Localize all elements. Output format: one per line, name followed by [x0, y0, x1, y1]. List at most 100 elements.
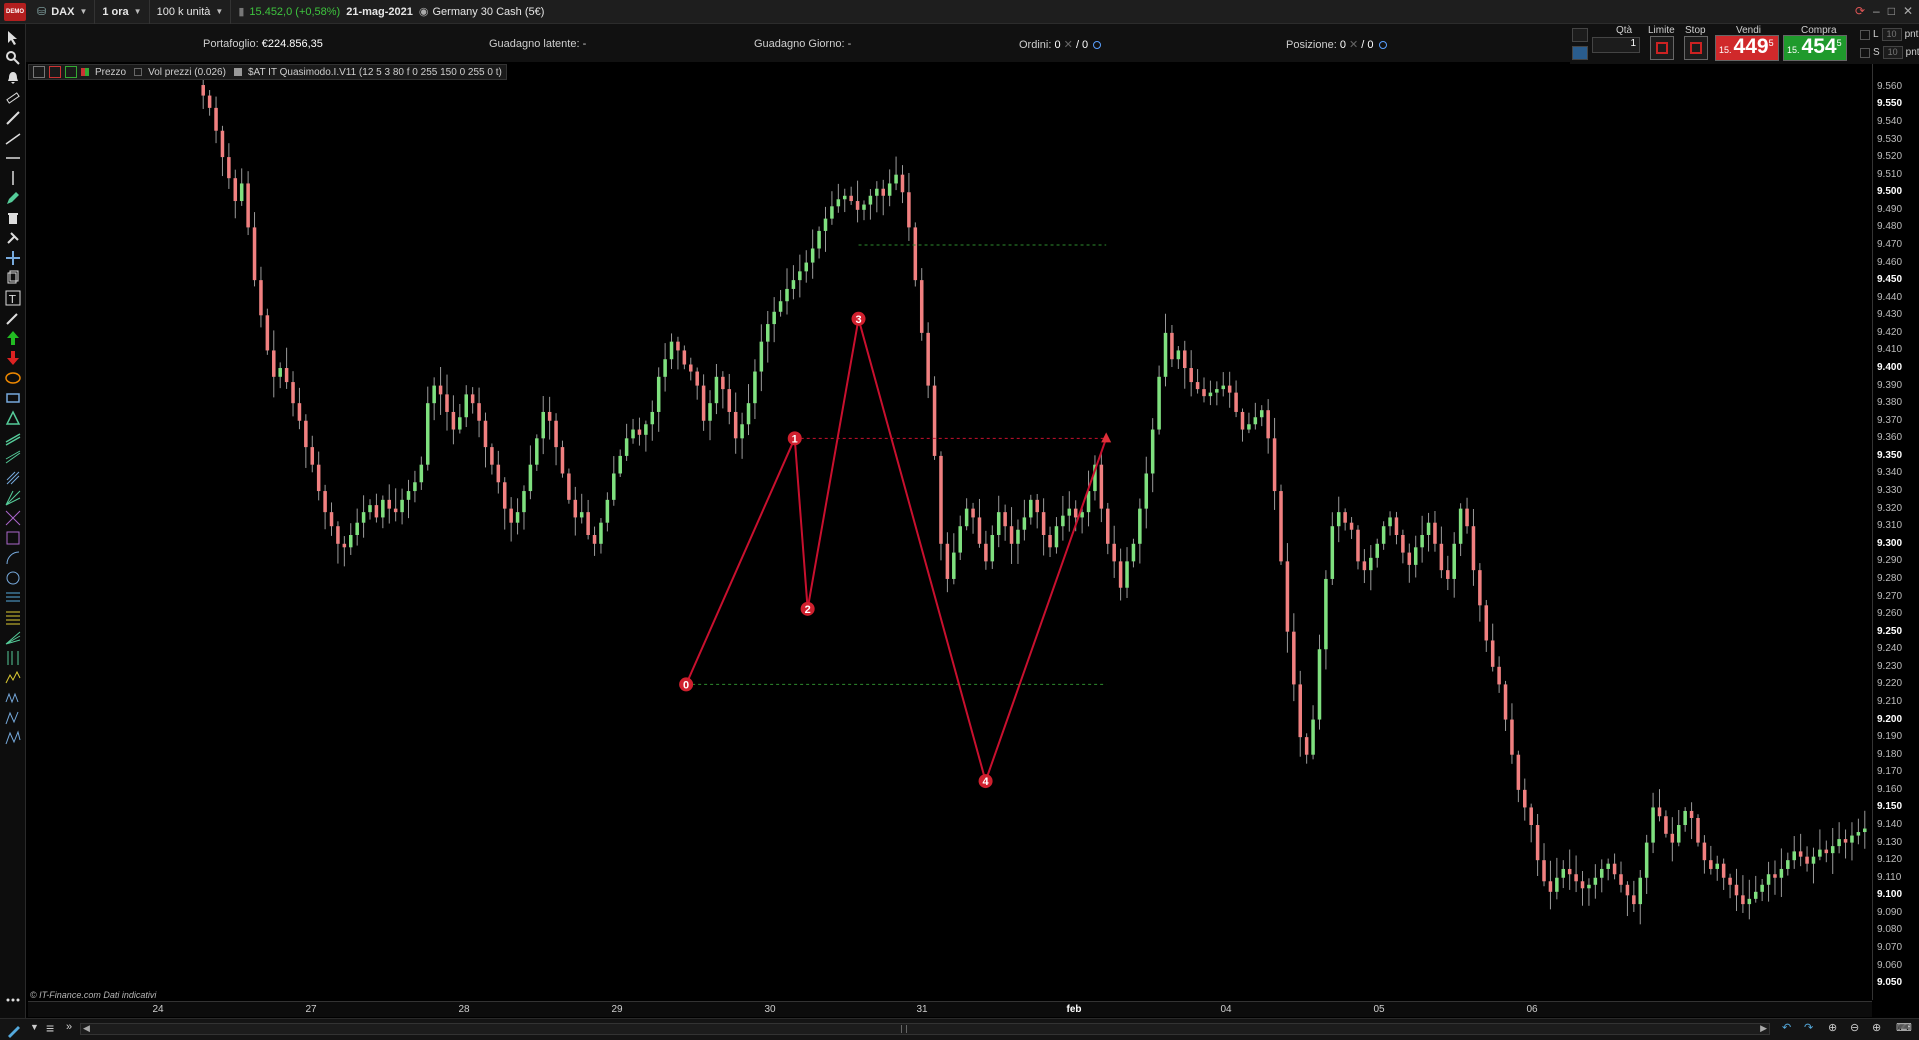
keyboard-icon[interactable]	[1572, 46, 1588, 60]
legend-add-icon[interactable]	[65, 66, 77, 78]
vertical-line-icon[interactable]	[5, 170, 21, 186]
link-icon[interactable]: ⟳	[1855, 4, 1865, 18]
time-axis-label: 04	[1220, 1004, 1232, 1015]
cursor-icon[interactable]	[5, 30, 21, 46]
sell-button[interactable]: 15. 449 5	[1715, 35, 1779, 61]
legend-close-icon[interactable]	[49, 66, 61, 78]
alert-bell-icon[interactable]	[5, 70, 21, 86]
legend-price[interactable]: Prezzo	[95, 67, 126, 78]
horizontal-line-icon[interactable]	[5, 150, 21, 166]
short-checkbox[interactable]	[1860, 47, 1870, 58]
time-axis[interactable]: 24 27 28 29 30 31 feb 04 05 06	[28, 1001, 1872, 1017]
tools-icon[interactable]	[5, 230, 21, 246]
candle-body	[1125, 561, 1129, 588]
trendline-icon[interactable]	[5, 130, 21, 146]
legend-window-icon[interactable]	[33, 66, 45, 78]
fibonacci-fan-icon[interactable]	[5, 630, 21, 646]
position-info[interactable]: Posizione: 0 ✕ / 0	[1286, 38, 1387, 51]
regression-icon[interactable]	[5, 450, 21, 466]
gann-fan-icon[interactable]	[5, 490, 21, 506]
orders-detail-icon[interactable]	[1093, 41, 1102, 50]
ruler-icon[interactable]	[5, 90, 21, 106]
harmonic-pattern-icon[interactable]	[5, 710, 21, 726]
cycle-lines-icon[interactable]	[5, 690, 21, 706]
candle-body	[246, 183, 250, 228]
zoom-out-icon[interactable]: ⊖	[1850, 1021, 1859, 1034]
scroll-left-icon[interactable]: ◀	[83, 1023, 90, 1034]
minimize-icon[interactable]: –	[1873, 4, 1880, 18]
candle-body	[1157, 376, 1161, 430]
candle-body	[714, 376, 719, 404]
zoom-fit-icon[interactable]: ⊕	[1828, 1021, 1837, 1034]
chart-scrollbar[interactable]: ◀ ▶	[80, 1023, 1770, 1035]
qty-input[interactable]: 1	[1592, 37, 1640, 53]
time-axis-label: 31	[916, 1004, 928, 1015]
gann-grid-icon[interactable]	[5, 510, 21, 526]
price-axis-label: 9.560	[1877, 80, 1903, 92]
candle-body	[977, 517, 982, 544]
fibonacci-extension-icon[interactable]	[5, 610, 21, 626]
ellipse-icon[interactable]	[5, 370, 21, 386]
timeframe-selector[interactable]: 1 ora ▼	[95, 0, 150, 24]
position-detail-icon[interactable]	[1378, 41, 1387, 50]
xabcd-pattern-icon[interactable]	[5, 730, 21, 746]
zoom-in-icon[interactable]: ⊕	[1872, 1021, 1881, 1034]
price-axis-label: 9.150	[1877, 801, 1903, 813]
stop-order-button[interactable]	[1684, 36, 1708, 60]
candle-body	[887, 183, 892, 196]
candle-body	[1863, 828, 1867, 833]
redo-icon[interactable]: ↷	[1804, 1021, 1813, 1034]
price-axis-label: 9.230	[1877, 660, 1903, 672]
limit-order-button[interactable]	[1650, 36, 1674, 60]
units-selector[interactable]: 100 k unità ▼	[150, 0, 232, 24]
maximize-icon[interactable]: □	[1888, 4, 1895, 18]
long-points-input[interactable]: 10	[1881, 28, 1902, 41]
orders-info[interactable]: Ordini: 0 ✕ / 0	[1019, 38, 1102, 51]
legend-volume[interactable]: Vol prezzi (0.026)	[148, 67, 226, 78]
fibonacci-circle-icon[interactable]	[5, 570, 21, 586]
move-icon[interactable]	[5, 250, 21, 266]
chevron-down-icon[interactable]: ▼	[30, 1022, 39, 1032]
sell-price: 449	[1733, 35, 1769, 58]
fibonacci-arc-icon[interactable]	[5, 550, 21, 566]
fibonacci-time-icon[interactable]	[5, 650, 21, 666]
menu-icon[interactable]: ≡	[46, 1020, 54, 1036]
short-points-input[interactable]: 10	[1882, 46, 1903, 59]
candle-body	[1458, 508, 1463, 544]
zoom-icon[interactable]	[5, 50, 21, 66]
pencil-icon[interactable]	[5, 190, 21, 206]
scroll-right-icon[interactable]: ▶	[1760, 1023, 1767, 1034]
rectangle-icon[interactable]	[5, 390, 21, 406]
candle-body	[445, 394, 449, 412]
chevron-down-icon: ▼	[215, 7, 224, 16]
legend-indicator[interactable]: $AT IT Quasimodo.I.V11 (12 5 3 80 f 0 25…	[248, 67, 502, 78]
keyboard-icon[interactable]: ⌨	[1896, 1021, 1912, 1034]
segment-icon[interactable]	[5, 110, 21, 126]
long-checkbox[interactable]	[1860, 29, 1870, 40]
more-options-icon[interactable]	[5, 992, 21, 1008]
undo-icon[interactable]: ↶	[1782, 1021, 1791, 1034]
instrument-selector[interactable]: ⛁ DAX ▼	[30, 0, 96, 24]
triangle-icon[interactable]	[5, 410, 21, 426]
arrow-down-icon[interactable]	[5, 350, 21, 366]
close-icon[interactable]: ✕	[1903, 4, 1913, 18]
pitchfork-icon[interactable]	[5, 470, 21, 486]
qty-label: Qtà	[1616, 25, 1633, 36]
gann-square-icon[interactable]	[5, 530, 21, 546]
elliott-wave-icon[interactable]	[5, 670, 21, 686]
copy-icon[interactable]	[5, 270, 21, 286]
channel-icon[interactable]	[5, 430, 21, 446]
price-axis[interactable]: 9.560 9.550 9.540 9.530 9.520 9.510 9.500 9.490…	[1872, 64, 1919, 1000]
wrench-icon[interactable]	[1572, 28, 1588, 42]
expand-icon[interactable]: »	[66, 1021, 72, 1033]
arrow-up-icon[interactable]	[5, 330, 21, 346]
fibonacci-retracement-icon[interactable]	[5, 590, 21, 606]
price-axis-label: 9.080	[1877, 924, 1903, 936]
drawing-mode-icon[interactable]	[6, 1022, 22, 1038]
text-icon[interactable]: T	[5, 290, 21, 306]
pen-icon[interactable]	[5, 310, 21, 326]
trash-icon[interactable]	[5, 210, 21, 226]
scroll-thumb[interactable]	[901, 1025, 907, 1033]
price-chart[interactable]: 0 1 2 3 4	[28, 64, 1872, 1000]
buy-button[interactable]: 15. 454 5	[1783, 35, 1847, 61]
